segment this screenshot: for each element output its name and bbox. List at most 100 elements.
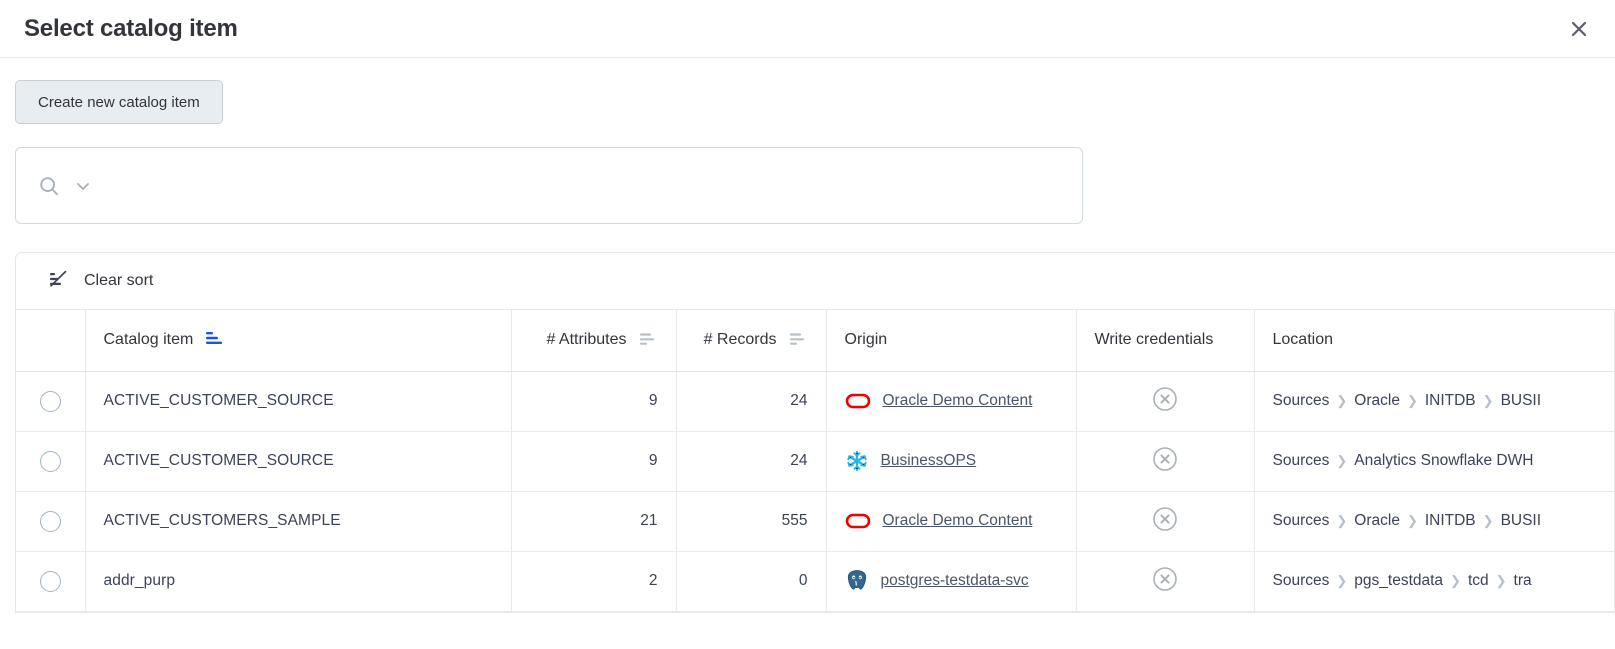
sort-icon[interactable] xyxy=(788,330,808,351)
cell-catalog-item: addr_purp xyxy=(85,551,511,611)
table-header-row: Catalog item # A xyxy=(16,310,1615,371)
row-select-cell[interactable] xyxy=(16,371,85,431)
table-row[interactable]: ACTIVE_CUSTOMERS_SAMPLE 21 555 Oracle De… xyxy=(16,491,1615,551)
column-header-write-credentials-label: Write credentials xyxy=(1095,331,1214,348)
search-box[interactable] xyxy=(15,147,1083,224)
row-select-cell[interactable] xyxy=(16,431,85,491)
breadcrumb-segment: INITDB xyxy=(1425,392,1476,409)
breadcrumb-segment: BUSII xyxy=(1501,392,1541,409)
column-header-records[interactable]: # Records xyxy=(676,310,826,371)
clear-sort-label: Clear sort xyxy=(84,272,153,290)
cell-location: Sources ❯ Analytics Snowflake DWH xyxy=(1254,431,1615,491)
row-radio-button[interactable] xyxy=(40,391,61,412)
column-header-location: Location xyxy=(1254,310,1615,371)
breadcrumb-segment: tcd xyxy=(1468,572,1489,589)
cell-records: 24 xyxy=(676,431,826,491)
breadcrumb: Sources ❯ Analytics Snowflake DWH xyxy=(1273,452,1534,469)
cell-catalog-item: ACTIVE_CUSTOMER_SOURCE xyxy=(85,371,511,431)
clear-sort-button[interactable]: Clear sort xyxy=(48,268,153,295)
chevron-right-icon: ❯ xyxy=(1483,393,1494,408)
cell-location: Sources ❯ Oracle ❯ INITDB ❯ BUSII xyxy=(1254,491,1615,551)
catalog-item-name: addr_purp xyxy=(104,572,176,589)
create-new-catalog-item-button[interactable]: Create new catalog item xyxy=(15,80,223,124)
breadcrumb-segment: Oracle xyxy=(1354,512,1400,529)
column-header-select xyxy=(16,310,85,371)
breadcrumb-segment: BUSII xyxy=(1501,512,1541,529)
search-icon xyxy=(38,175,60,197)
column-header-attributes-label: # Attributes xyxy=(546,331,626,349)
dialog-body: Create new catalog item xyxy=(0,58,1615,613)
breadcrumb-segment: Sources xyxy=(1273,452,1330,469)
page-title: Select catalog item xyxy=(24,15,238,43)
chevron-right-icon: ❯ xyxy=(1407,513,1418,528)
column-header-attributes[interactable]: # Attributes xyxy=(511,310,676,371)
cell-catalog-item: ACTIVE_CUSTOMERS_SAMPLE xyxy=(85,491,511,551)
search-input[interactable] xyxy=(107,176,1060,195)
origin-link[interactable]: BusinessOPS xyxy=(881,452,977,470)
cell-attributes: 2 xyxy=(511,551,676,611)
row-radio-button[interactable] xyxy=(40,451,61,472)
row-select-cell[interactable] xyxy=(16,491,85,551)
breadcrumb-segment: pgs_testdata xyxy=(1354,572,1443,589)
table-row[interactable]: ACTIVE_CUSTOMER_SOURCE 9 24 xyxy=(16,431,1615,491)
breadcrumb-segment: Oracle xyxy=(1354,392,1400,409)
cell-attributes: 9 xyxy=(511,431,676,491)
cell-origin: BusinessOPS xyxy=(826,431,1076,491)
breadcrumb: Sources ❯ Oracle ❯ INITDB ❯ BUSII xyxy=(1273,512,1542,529)
table-header: Catalog item # A xyxy=(16,310,1615,371)
breadcrumb-segment: Sources xyxy=(1273,392,1330,409)
column-header-catalog-item-label: Catalog item xyxy=(104,331,194,349)
column-header-origin: Origin xyxy=(826,310,1076,371)
circle-x-icon xyxy=(1152,399,1178,416)
oracle-icon xyxy=(845,511,871,531)
cell-write-credentials xyxy=(1076,371,1254,431)
cell-origin: Oracle Demo Content xyxy=(826,491,1076,551)
cell-location: Sources ❯ pgs_testdata ❯ tcd ❯ tra xyxy=(1254,551,1615,611)
row-select-cell[interactable] xyxy=(16,551,85,611)
table-row[interactable]: ACTIVE_CUSTOMER_SOURCE 9 24 Oracle Demo … xyxy=(16,371,1615,431)
sort-ascending-icon[interactable] xyxy=(204,330,224,351)
dialog-header: Select catalog item xyxy=(0,0,1615,58)
origin-link[interactable]: Oracle Demo Content xyxy=(883,512,1033,530)
table-row[interactable]: addr_purp 2 0 xyxy=(16,551,1615,611)
oracle-icon xyxy=(845,391,871,411)
row-radio-button[interactable] xyxy=(40,571,61,592)
clear-sort-icon xyxy=(48,268,70,295)
catalog-item-name: ACTIVE_CUSTOMER_SOURCE xyxy=(104,452,334,469)
breadcrumb-segment: Analytics Snowflake DWH xyxy=(1354,452,1533,469)
column-header-catalog-item[interactable]: Catalog item xyxy=(85,310,511,371)
cell-write-credentials xyxy=(1076,491,1254,551)
chevron-down-icon[interactable] xyxy=(73,176,93,196)
breadcrumb-segment: tra xyxy=(1514,572,1532,589)
column-header-write-credentials: Write credentials xyxy=(1076,310,1254,371)
breadcrumb-segment: Sources xyxy=(1273,572,1330,589)
chevron-right-icon: ❯ xyxy=(1496,573,1507,588)
sort-icon[interactable] xyxy=(638,330,658,351)
chevron-right-icon: ❯ xyxy=(1483,513,1494,528)
chevron-right-icon: ❯ xyxy=(1336,453,1347,468)
cell-location: Sources❯Oracle❯INITDB❯BUSII xyxy=(1254,371,1615,431)
cell-origin: Oracle Demo Content xyxy=(826,371,1076,431)
cell-records: 0 xyxy=(676,551,826,611)
cell-write-credentials xyxy=(1076,551,1254,611)
postgresql-icon xyxy=(845,569,869,593)
circle-x-icon xyxy=(1152,519,1178,536)
table-toolbar: Clear sort xyxy=(16,253,1615,310)
chevron-right-icon: ❯ xyxy=(1336,573,1347,588)
circle-x-icon xyxy=(1152,579,1178,596)
cell-records: 24 xyxy=(676,371,826,431)
breadcrumb-segment: INITDB xyxy=(1425,512,1476,529)
origin-link[interactable]: Oracle Demo Content xyxy=(883,392,1033,410)
chevron-right-icon: ❯ xyxy=(1336,513,1347,528)
origin-link[interactable]: postgres-testdata-svc xyxy=(881,572,1029,590)
close-icon xyxy=(1569,19,1589,39)
chevron-right-icon: ❯ xyxy=(1336,393,1347,408)
close-button[interactable] xyxy=(1563,13,1595,45)
breadcrumb-segment: Sources xyxy=(1273,512,1330,529)
chevron-right-icon: ❯ xyxy=(1450,573,1461,588)
breadcrumb: Sources❯Oracle❯INITDB❯BUSII xyxy=(1273,392,1542,409)
column-header-origin-label: Origin xyxy=(845,331,888,348)
breadcrumb: Sources ❯ pgs_testdata ❯ tcd ❯ tra xyxy=(1273,572,1532,589)
table-body: ACTIVE_CUSTOMER_SOURCE 9 24 Oracle Demo … xyxy=(16,371,1615,611)
row-radio-button[interactable] xyxy=(40,511,61,532)
